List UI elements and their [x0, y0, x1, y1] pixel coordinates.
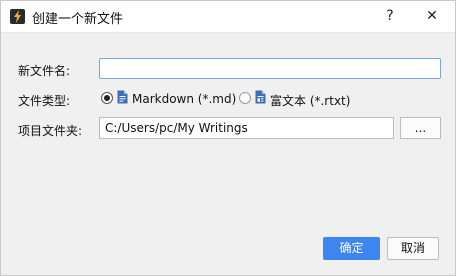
- file-name-input[interactable]: [99, 58, 441, 79]
- file-type-label: 文件类型:: [18, 94, 71, 108]
- option-rich-text-label[interactable]: 富文本 (*.rtxt): [270, 92, 350, 109]
- project-folder-label: 项目文件夹:: [18, 124, 83, 138]
- markdown-file-icon: [117, 90, 128, 107]
- help-icon[interactable]: ?: [377, 5, 403, 28]
- ok-button[interactable]: 确定: [323, 237, 380, 260]
- rich-text-file-icon: [255, 90, 266, 107]
- app-icon: [10, 9, 25, 24]
- radio-rich-text[interactable]: [239, 92, 251, 104]
- close-icon[interactable]: ✕: [419, 5, 445, 28]
- title-bar: 创建一个新文件 ? ✕: [1, 1, 455, 33]
- file-name-label: 新文件名:: [18, 64, 71, 78]
- cancel-button[interactable]: 取消: [387, 237, 439, 260]
- dialog-title: 创建一个新文件: [32, 12, 124, 27]
- option-markdown-label[interactable]: Markdown (*.md): [132, 92, 236, 106]
- project-folder-input[interactable]: [99, 117, 394, 139]
- browse-folder-button[interactable]: ...: [400, 117, 441, 139]
- radio-markdown[interactable]: [101, 92, 113, 104]
- new-file-dialog: 创建一个新文件 ? ✕ 新文件名: 文件类型: Markdown (*.md) …: [0, 0, 456, 276]
